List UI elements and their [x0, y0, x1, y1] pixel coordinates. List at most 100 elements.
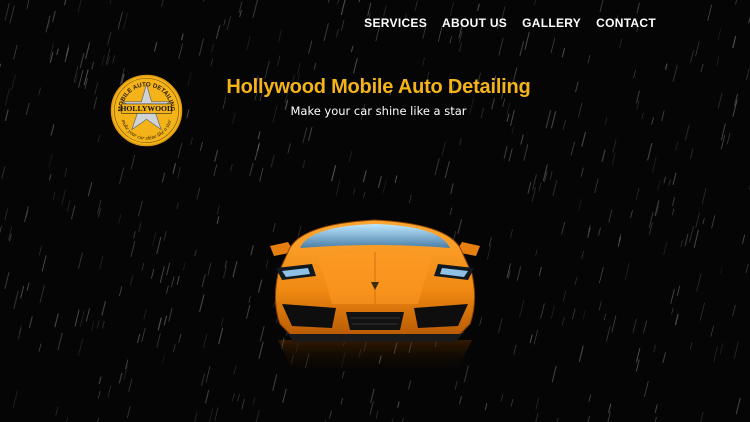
rain-streak [605, 325, 611, 342]
rain-streak [476, 3, 480, 12]
rain-streak [50, 124, 55, 136]
rain-streak [510, 229, 513, 239]
rain-streak [397, 401, 400, 408]
rain-streak [657, 180, 661, 192]
rain-streak [341, 19, 345, 31]
rain-streak [331, 165, 337, 182]
rain-streak [78, 252, 83, 269]
rain-streak [91, 61, 95, 70]
rain-streak [362, 170, 367, 183]
rain-streak [335, 180, 341, 196]
rain-streak [96, 320, 100, 329]
rain-streak [231, 392, 235, 402]
rain-streak [701, 187, 707, 205]
page-subtitle: Make your car shine like a star [290, 104, 467, 118]
rain-streak [55, 406, 59, 416]
rain-streak [178, 43, 183, 60]
rain-streak [450, 183, 454, 195]
rain-streak [156, 236, 162, 254]
rain-streak [4, 208, 8, 221]
rain-streak [711, 215, 716, 229]
rain-streak [459, 395, 462, 405]
rain-streak [498, 37, 504, 56]
rain-streak [717, 29, 721, 40]
nav-about-us[interactable]: ABOUT US [442, 16, 507, 30]
rain-streak [594, 178, 599, 194]
nav-gallery[interactable]: GALLERY [522, 16, 581, 30]
rain-streak [401, 417, 404, 422]
nav-contact[interactable]: CONTACT [596, 16, 656, 30]
rain-streak [176, 275, 180, 285]
rain-streak [177, 166, 181, 180]
rain-streak [607, 412, 611, 422]
rain-streak [229, 163, 233, 172]
rain-streak [550, 37, 556, 54]
rain-streak [370, 388, 375, 404]
rain-streak [608, 209, 613, 223]
rain-streak [719, 343, 724, 355]
rain-streak [363, 191, 366, 198]
rain-streak [61, 189, 66, 205]
rain-streak [63, 0, 67, 6]
nav-services[interactable]: SERVICES [364, 16, 427, 30]
rain-streak [302, 160, 306, 169]
main-nav: SERVICES ABOUT US GALLERY CONTACT [364, 16, 656, 30]
rain-streak [218, 327, 224, 345]
rain-streak [578, 345, 584, 362]
rain-streak [710, 325, 714, 337]
rain-streak [604, 116, 608, 125]
rain-streak [176, 202, 179, 210]
rain-streak [137, 333, 141, 344]
rain-streak [375, 410, 379, 419]
rain-streak [538, 266, 542, 277]
rain-streak [516, 266, 522, 281]
rain-streak [245, 304, 251, 319]
rain-streak [78, 338, 83, 356]
rain-streak [141, 327, 146, 342]
rain-streak [216, 216, 220, 224]
rain-streak [689, 148, 694, 160]
rain-streak [101, 300, 107, 316]
rain-streak [194, 412, 198, 422]
rain-streak [259, 167, 264, 182]
rain-streak [735, 397, 741, 415]
rain-streak [241, 398, 245, 410]
rain-streak [257, 131, 261, 140]
rain-streak [168, 307, 173, 322]
rain-streak [163, 230, 167, 241]
rain-streak [151, 268, 155, 279]
rain-streak [196, 187, 201, 200]
rain-streak [630, 210, 633, 218]
rain-streak [340, 397, 343, 405]
rain-streak [519, 41, 525, 57]
rain-streak [414, 0, 418, 11]
page-title: Hollywood Mobile Auto Detailing [226, 76, 531, 98]
rain-streak [97, 417, 99, 422]
rain-streak [252, 0, 259, 18]
rain-streak [653, 344, 657, 353]
rain-streak [720, 266, 723, 274]
rain-streak [635, 188, 640, 200]
rain-streak [671, 208, 675, 216]
rain-streak [178, 333, 182, 343]
rain-streak [441, 141, 446, 156]
rain-streak [572, 308, 576, 320]
rain-streak [222, 266, 227, 279]
rain-streak [527, 181, 532, 194]
rain-streak [226, 15, 232, 31]
rain-streak [152, 231, 157, 246]
rain-streak [561, 316, 565, 326]
rain-streak [587, 415, 590, 422]
rain-streak [237, 393, 240, 402]
rain-streak [611, 152, 616, 165]
rain-streak [180, 33, 184, 41]
rain-streak [556, 417, 559, 422]
rain-streak [348, 150, 353, 162]
rain-streak [632, 318, 637, 334]
rain-streak [695, 212, 700, 228]
rain-streak [64, 168, 68, 177]
rain-streak [337, 0, 339, 5]
rain-streak [249, 162, 254, 177]
rain-streak [160, 0, 164, 7]
rain-streak [99, 255, 104, 270]
